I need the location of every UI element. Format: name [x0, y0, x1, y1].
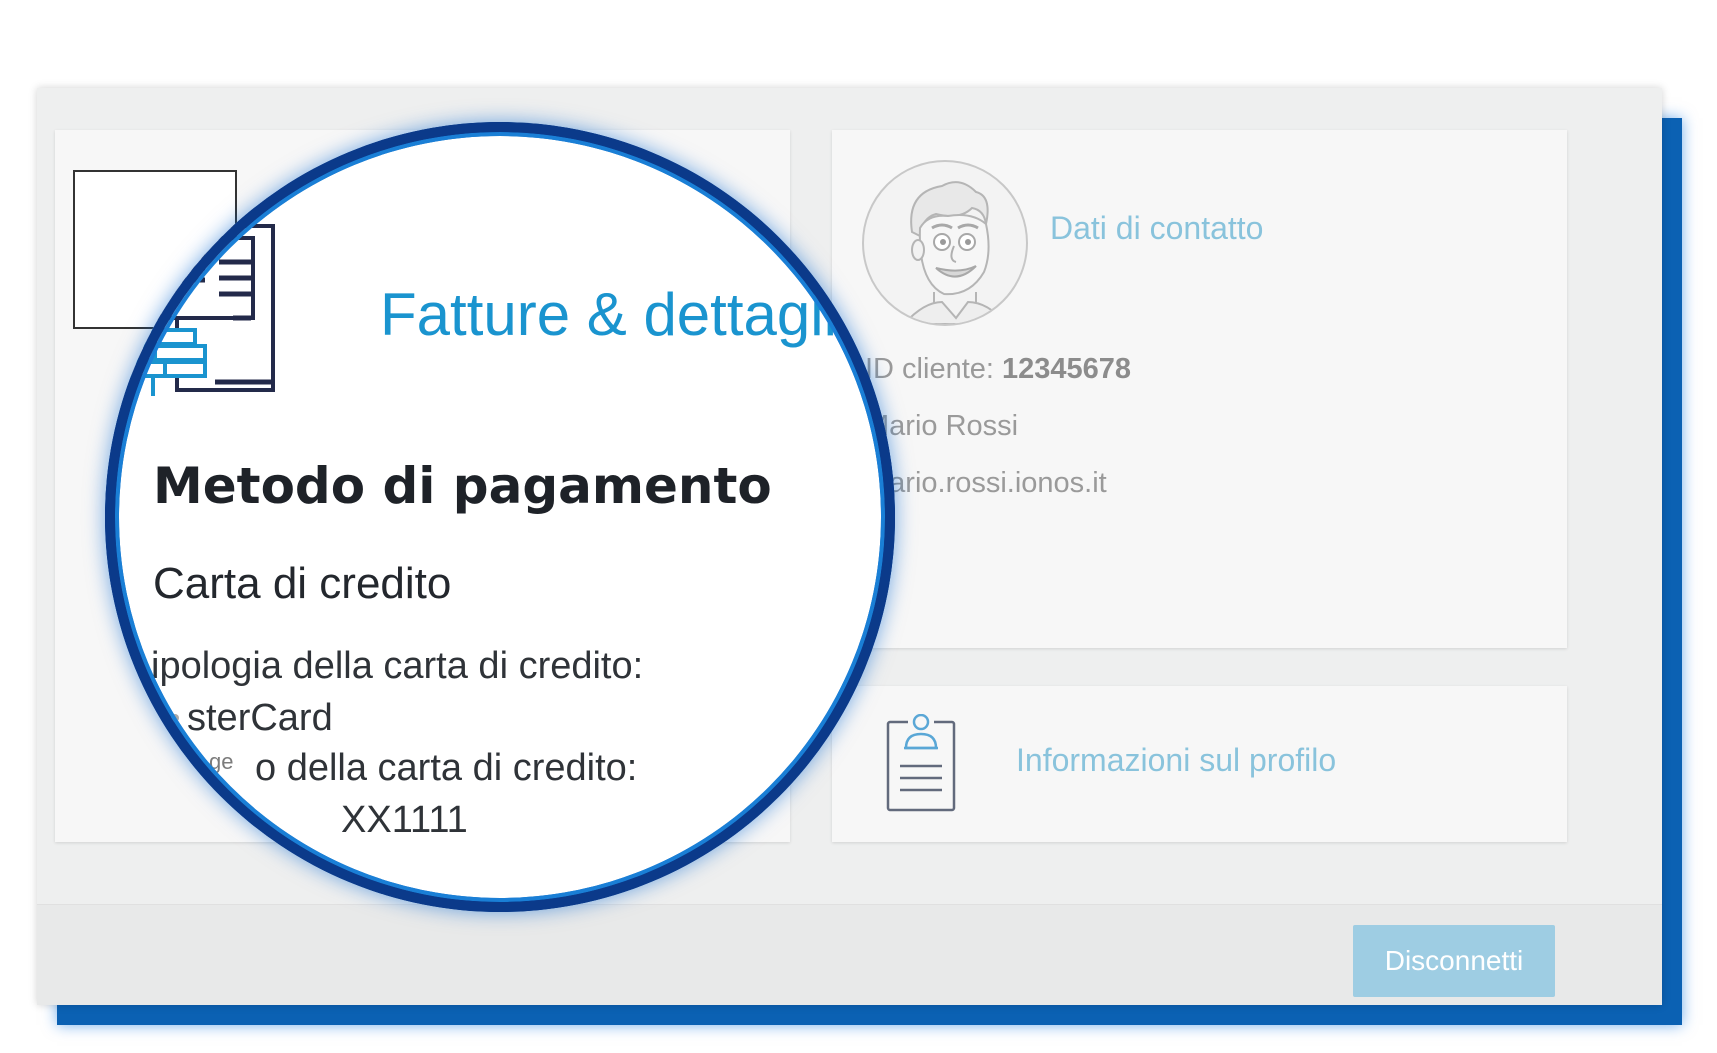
profile-card[interactable]: Informazioni sul profilo	[832, 686, 1567, 842]
customer-id-value: 12345678	[1002, 353, 1132, 385]
customer-email: mario.rossi.ionos.it	[865, 467, 1107, 499]
card-number-value: XX1111	[341, 799, 468, 841]
contact-card[interactable]: Dati di contatto ID cliente: 12345678 Ma…	[832, 130, 1567, 648]
contact-title[interactable]: Dati di contatto	[1050, 210, 1263, 247]
billing-title[interactable]: Fatture & dettagli	[380, 280, 837, 349]
card-type-label: ipologia della carta di credito:	[151, 645, 644, 687]
card-number-label: o della carta di credito:	[255, 747, 638, 789]
card-number-prefix: ge	[209, 749, 234, 774]
profile-title[interactable]: Informazioni sul profilo	[1016, 742, 1336, 779]
footer-bar: Disconnetti	[37, 904, 1662, 1005]
payment-method-heading: Metodo di pagamento	[153, 457, 772, 515]
logout-button[interactable]: Disconnetti	[1353, 925, 1555, 997]
profile-clipboard-icon	[886, 714, 956, 812]
payment-method-type: Carta di credito	[153, 559, 452, 608]
account-panel: Dati di contatto ID cliente: 12345678 Ma…	[37, 88, 1662, 1005]
customer-id: ID cliente: 12345678	[865, 353, 1131, 386]
magnifier-lens: Fatture & dettagli Metodo di pagamento C…	[105, 122, 895, 912]
invoice-icon	[115, 218, 275, 396]
card-type-value: sterCard	[187, 697, 333, 739]
card-type-bullet	[171, 714, 179, 722]
